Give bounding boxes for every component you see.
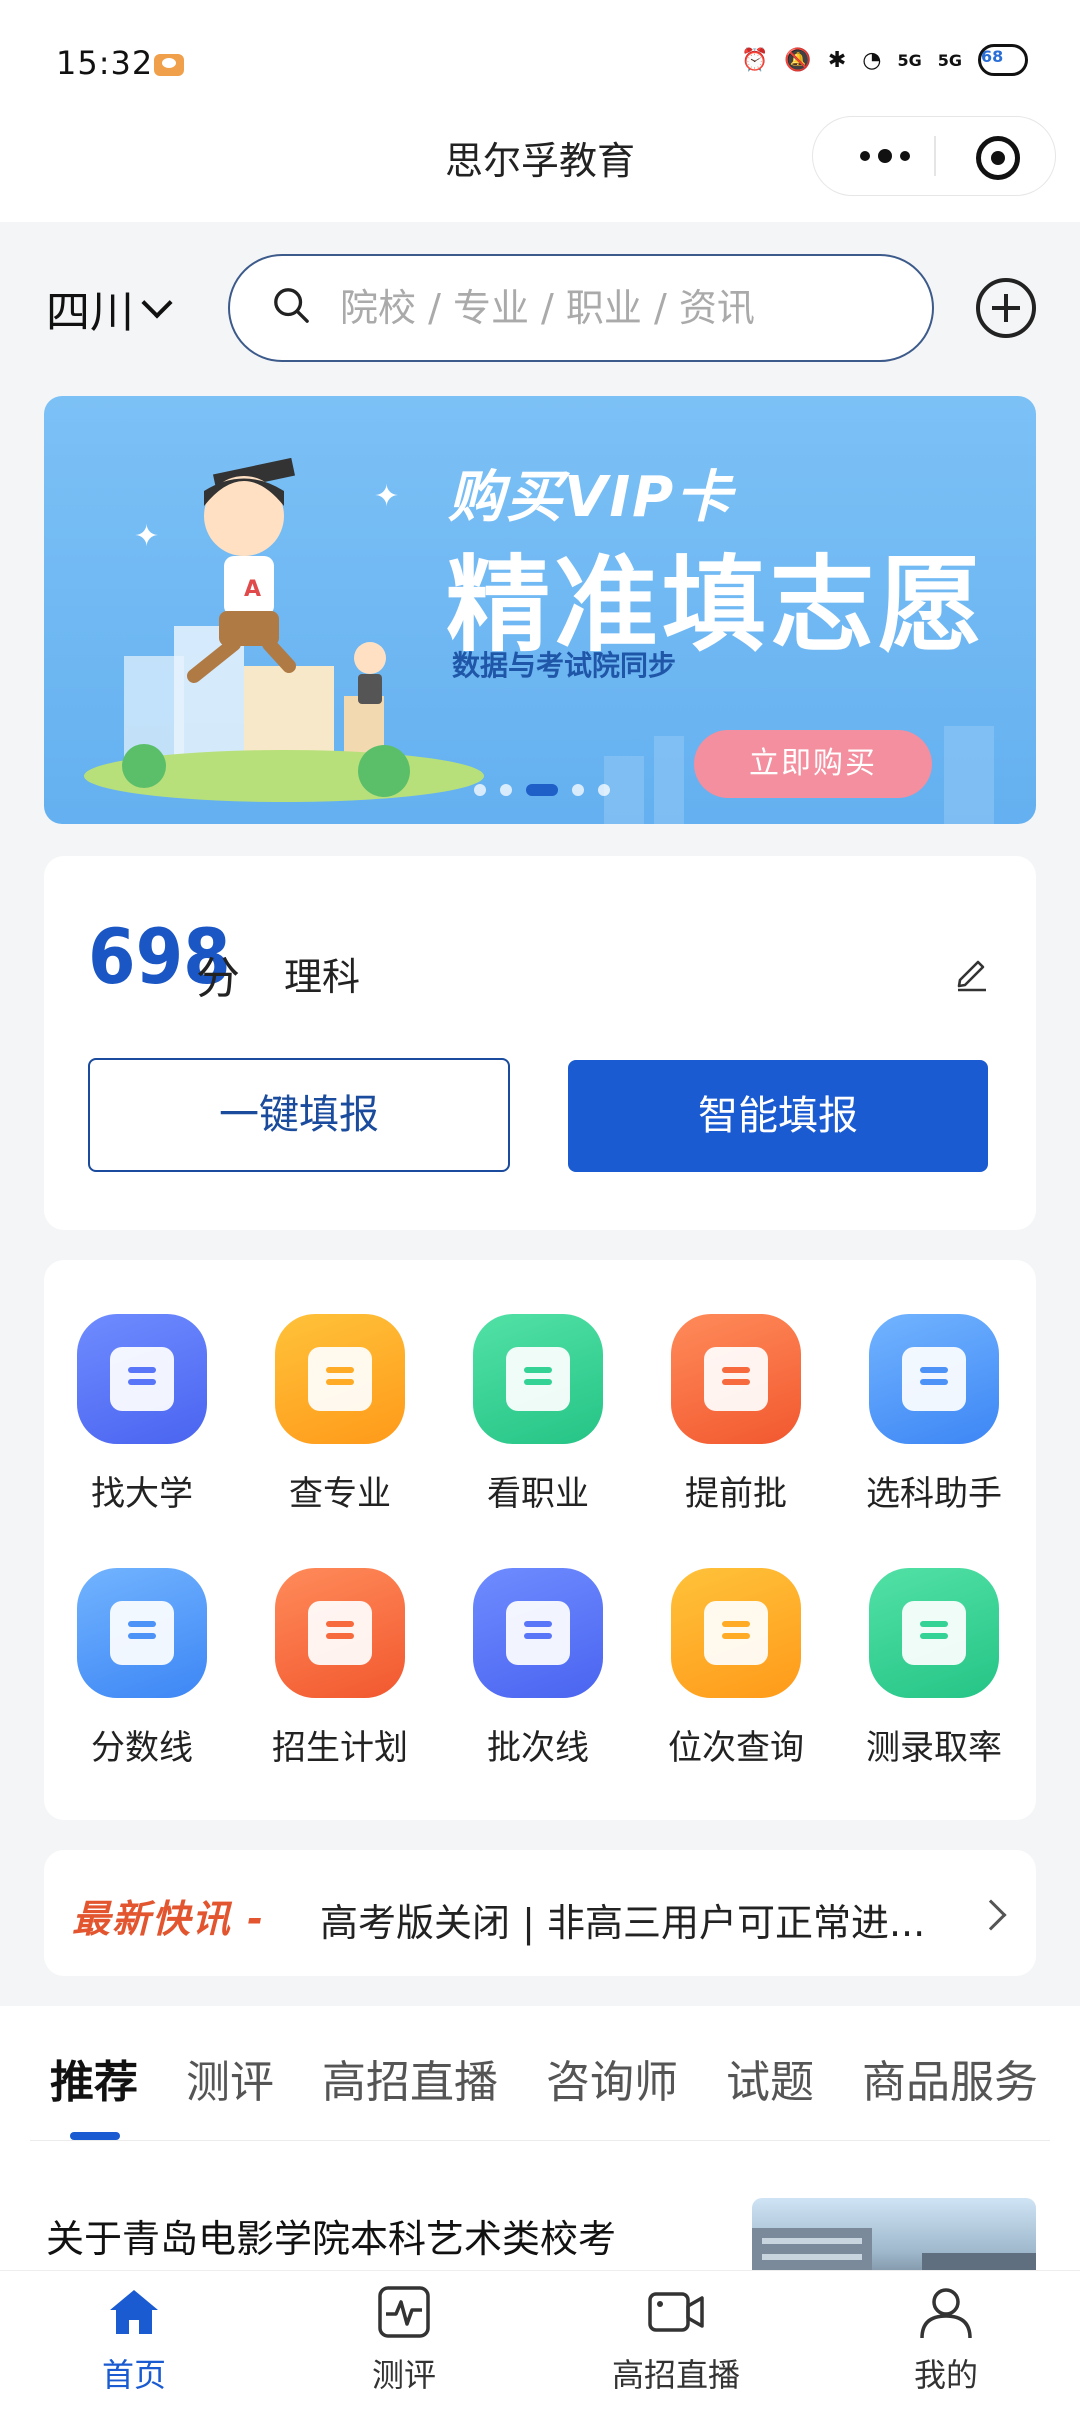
assessment-icon: [378, 2286, 430, 2338]
feature-label: 提前批: [685, 1474, 787, 1514]
feature-label: 批次线: [487, 1728, 589, 1768]
feature-5[interactable]: 选科助手: [854, 1314, 1014, 1515]
banner-dot[interactable]: [598, 784, 610, 796]
banner-dot[interactable]: [526, 784, 558, 796]
status-time: 15:32: [56, 44, 154, 82]
map-pin-icon: [671, 1568, 801, 1698]
trend-line-icon: [473, 1568, 603, 1698]
region-selector[interactable]: 四川: [46, 276, 173, 340]
add-button[interactable]: [976, 278, 1036, 338]
nav-assessment[interactable]: 测评: [304, 2282, 504, 2396]
nav-live[interactable]: 高招直播: [576, 2282, 776, 2396]
news-headline[interactable]: 高考版关闭 | 非高三用户可正常进...: [320, 1892, 960, 1947]
feature-3[interactable]: 看职业: [458, 1314, 618, 1515]
notification-app-icon: [154, 54, 184, 76]
nav-profile-label: 我的: [913, 2356, 978, 2394]
banner-subtitle: 数据与考试院同步: [452, 649, 677, 682]
feature-9[interactable]: 位次查询: [656, 1568, 816, 1769]
feature-label: 选科助手: [866, 1474, 1002, 1514]
tab-live[interactable]: 高招直播: [322, 2046, 498, 2110]
one-click-fill-button[interactable]: 一键填报: [88, 1058, 510, 1172]
nav-assessment-label: 测评: [371, 2356, 436, 2394]
chevron-down-icon: [141, 287, 173, 319]
tab-consultant[interactable]: 咨询师: [546, 2046, 678, 2110]
score-subject: 理科: [284, 955, 361, 999]
signal-icon-1: 5G: [897, 50, 922, 70]
nav-profile[interactable]: 我的: [846, 2282, 1046, 2396]
banner-pagination: [474, 784, 610, 796]
tab-divider: [30, 2140, 1050, 2141]
banner-dot[interactable]: [500, 784, 512, 796]
alarm-icon: ⏰: [741, 47, 769, 73]
status-icons: ⏰ 🔕 ✱ ◔ 5G 5G 68: [741, 44, 1028, 76]
tab-exam[interactable]: 试题: [726, 2046, 814, 2110]
feature-10[interactable]: 测录取率: [854, 1568, 1014, 1769]
major-book-icon: [275, 1314, 405, 1444]
nav-home[interactable]: 首页: [34, 2282, 234, 2396]
feature-1[interactable]: 找大学: [62, 1314, 222, 1515]
score-unit: 分: [196, 953, 240, 1004]
mute-icon: 🔕: [784, 47, 812, 73]
region-label: 四川: [46, 287, 134, 338]
feature-label: 看职业: [487, 1474, 589, 1514]
active-tab-indicator: [70, 2132, 120, 2140]
battery-icon: 68: [978, 44, 1028, 76]
feature-label: 分数线: [91, 1728, 193, 1768]
tab-recommend[interactable]: 推荐: [50, 2046, 138, 2110]
wifi-icon: ◔: [862, 47, 882, 73]
home-icon: [110, 2290, 158, 2334]
content-tabs: 推荐 测评 高招直播 咨询师 试题 商品服务: [50, 2046, 1080, 2110]
video-icon: [648, 2292, 704, 2332]
score-line-icon: [77, 1568, 207, 1698]
feature-label: 查专业: [289, 1474, 391, 1514]
feature-6[interactable]: 分数线: [62, 1568, 222, 1769]
search-input[interactable]: [340, 278, 900, 338]
news-badge-dash: -: [247, 1897, 266, 1941]
feature-8[interactable]: 批次线: [458, 1568, 618, 1769]
buy-now-button[interactable]: 立即购买: [694, 730, 932, 798]
svg-text:A: A: [244, 577, 261, 602]
feature-label: 测录取率: [866, 1728, 1002, 1768]
news-badge: 最新快讯 -: [72, 1888, 265, 1943]
svg-text:✦: ✦: [134, 519, 159, 554]
feature-label: 找大学: [91, 1474, 193, 1514]
search-icon: [274, 288, 309, 323]
feature-label: 招生计划: [272, 1728, 408, 1768]
more-icon[interactable]: [840, 130, 930, 182]
svg-text:✦: ✦: [374, 479, 399, 514]
bluetooth-icon: ✱: [827, 47, 847, 73]
capsule-divider: [934, 136, 936, 176]
percent-icon: [869, 1568, 999, 1698]
banner-dot[interactable]: [474, 784, 486, 796]
chart-document-icon: [671, 1314, 801, 1444]
nav-home-label: 首页: [101, 2356, 166, 2394]
banner-dot[interactable]: [572, 784, 584, 796]
edit-pencil-icon[interactable]: [952, 952, 992, 992]
nav-live-label: 高招直播: [611, 2356, 740, 2394]
feature-4[interactable]: 提前批: [656, 1314, 816, 1515]
feature-label: 位次查询: [668, 1728, 804, 1768]
signal-icon-2: 5G: [937, 50, 962, 70]
news-badge-label: 最新快讯: [72, 1897, 233, 1941]
profile-icon: [920, 2288, 972, 2339]
briefcase-icon: [473, 1314, 603, 1444]
feature-2[interactable]: 查专业: [260, 1314, 420, 1515]
enrollment-plan-icon: [275, 1568, 405, 1698]
tab-products[interactable]: 商品服务: [862, 2046, 1038, 2110]
close-target-icon[interactable]: [976, 136, 1020, 180]
smart-fill-button[interactable]: 智能填报: [568, 1060, 988, 1172]
graduation-books-icon: [869, 1314, 999, 1444]
article-title[interactable]: 关于青岛电影学院本科艺术类校考: [46, 2208, 616, 2263]
school-icon: [77, 1314, 207, 1444]
tab-assessment[interactable]: 测评: [186, 2046, 274, 2110]
feature-7[interactable]: 招生计划: [260, 1568, 420, 1769]
